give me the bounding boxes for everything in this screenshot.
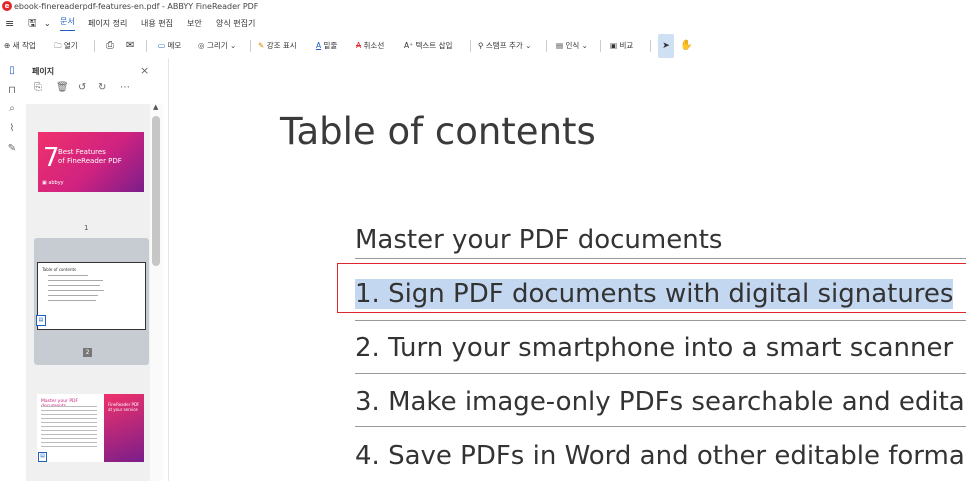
recognize-button[interactable]: ▤ 인식 ⌄ [556, 34, 588, 58]
stamp-button[interactable]: ⚲ 스탬프 추가 ⌄ [478, 34, 531, 58]
page-number: 1 [84, 224, 89, 232]
highlighter-icon: ✎ [258, 41, 265, 50]
draw-button[interactable]: ◎ 그리기 ⌄ [198, 34, 236, 58]
recognize-label: 인식 ⌄ [565, 41, 588, 50]
scroll-up-icon[interactable]: ▲ [153, 103, 158, 111]
window-title: ebook-finereaderpdf-features-en.pdf - AB… [14, 2, 259, 11]
panel-title: 페이지 [32, 67, 55, 76]
page-thumbnail-3[interactable]: Master your PDF documents ▤ FineReader P… [37, 394, 144, 462]
thumb-heading: Table of contents [42, 267, 77, 272]
compare-button[interactable]: ▣ 비교 [610, 34, 633, 58]
separator [146, 40, 147, 52]
app-logo-icon: e [2, 1, 12, 11]
insert-page-icon[interactable]: ⎘ [34, 82, 42, 93]
toc-item: Master your PDF documents [355, 225, 723, 255]
selection-highlight-box [337, 263, 966, 313]
stamp-label: 스탬프 추가 ⌄ [485, 41, 532, 50]
search-icon[interactable]: ⌕ [5, 102, 19, 116]
page-title: Table of contents [280, 110, 596, 153]
attachment-icon[interactable]: ⌇ [5, 122, 19, 136]
highlight-button[interactable]: ✎ 강조 표시 [258, 34, 297, 58]
close-icon[interactable]: × [140, 64, 149, 77]
cover-title: Best Features of FineReader PDF [58, 148, 122, 166]
open-button[interactable]: 🗀 열기 [54, 34, 78, 58]
page-number: 2 [83, 348, 92, 357]
bookmark-icon[interactable]: ⊓ [5, 84, 19, 98]
memo-button[interactable]: ▭ 메모 [158, 34, 181, 58]
divider [355, 258, 966, 259]
separator [94, 40, 95, 52]
insert-text-button[interactable]: A⁺ 텍스트 삽입 [404, 34, 452, 58]
menu-bar: ≡ 🖫 ⌄ 문서 페이지 정리 내용 편집 보안 양식 편집기 [0, 13, 966, 34]
page-type-icon: ▤ [36, 315, 46, 326]
email-icon[interactable]: ✉ [126, 34, 134, 58]
thumb-lines [41, 406, 97, 450]
page-type-icon: ▤ [38, 452, 47, 462]
left-rail: ▯ ⊓ ⌕ ⌇ ✎ [0, 58, 27, 481]
rotate-right-icon[interactable]: ↻ [98, 82, 106, 93]
recognize-icon: ▤ [556, 41, 564, 50]
insert-text-label: 텍스트 삽입 [415, 41, 453, 50]
underline-button[interactable]: A 밑줄 [316, 34, 337, 58]
cover-line-1: Best Features [58, 148, 106, 156]
more-icon[interactable]: ⋯ [120, 82, 130, 93]
hamburger-icon[interactable]: ≡ [5, 13, 14, 34]
separator [650, 40, 651, 52]
thumb-lines [48, 275, 108, 305]
thumb-right-text: FineReader PDF at your service [108, 402, 139, 412]
shapes-icon: ◎ [198, 41, 205, 50]
compare-label: 비교 [619, 41, 634, 50]
menu-tab-form-editor[interactable]: 양식 편집기 [216, 13, 255, 34]
document-view[interactable]: Table of contents Master your PDF docume… [168, 58, 966, 481]
select-tool-icon[interactable]: ➤ [658, 34, 674, 58]
strikeout-label: 취소선 [363, 41, 385, 50]
separator [546, 40, 547, 52]
thumbnail-list[interactable]: 7 Best Features of FineReader PDF ▣ abby… [26, 104, 150, 481]
print-icon[interactable]: ⎙ [106, 34, 114, 58]
toolbar: ⊕ 새 작업 🗀 열기 ⎙ ✉ ▭ 메모 ◎ 그리기 ⌄ ✎ 강조 표시 A 밑… [0, 34, 966, 58]
toc-item: 4. Save PDFs in Word and other editable … [355, 441, 965, 471]
memo-icon: ▭ [158, 41, 166, 50]
draw-label: 그리기 ⌄ [206, 41, 237, 50]
save-icon[interactable]: 🖫 [28, 13, 37, 34]
highlight-label: 강조 표시 [266, 41, 297, 50]
rotate-left-icon[interactable]: ↺ [78, 82, 86, 93]
separator [470, 40, 471, 52]
new-task-button[interactable]: ⊕ 새 작업 [4, 34, 36, 58]
scrollbar-thumb[interactable] [152, 116, 160, 266]
thumb-left-column: Master your PDF documents ▤ [37, 394, 103, 462]
strikeout-icon: A [356, 41, 362, 50]
underline-label: 밑줄 [323, 41, 338, 50]
delete-page-icon[interactable]: 🗑 [56, 82, 69, 93]
separator [250, 40, 251, 52]
separator [600, 40, 601, 52]
insert-text-icon: A⁺ [404, 41, 414, 50]
cover-line-2: of FineReader PDF [58, 157, 122, 165]
signature-icon[interactable]: ✎ [5, 142, 19, 156]
menu-tab-organize-pages[interactable]: 페이지 정리 [88, 13, 127, 34]
divider [355, 426, 966, 427]
thumb-right-column: FineReader PDF at your service [104, 394, 144, 462]
page-thumbnail-1[interactable]: 7 Best Features of FineReader PDF ▣ abby… [38, 132, 144, 192]
divider [355, 320, 966, 321]
page-icon[interactable]: ▯ [5, 64, 19, 78]
toc-item: 3. Make image-only PDFs searchable and e… [355, 387, 965, 417]
title-bar: e ebook-finereaderpdf-features-en.pdf - … [0, 0, 966, 13]
toc-item: 2. Turn your smartphone into a smart sca… [355, 333, 954, 363]
hand-tool-icon[interactable]: ✋ [680, 34, 692, 58]
stamp-icon: ⚲ [478, 41, 484, 50]
strikeout-button[interactable]: A 취소선 [356, 34, 384, 58]
save-dropdown-icon[interactable]: ⌄ [44, 13, 51, 34]
page-thumbnail-2[interactable]: Table of contents ▤ [36, 262, 146, 330]
menu-tab-edit-content[interactable]: 내용 편집 [141, 13, 173, 34]
underline-icon: A [316, 41, 322, 50]
compare-icon: ▣ [610, 41, 618, 50]
menu-tab-security[interactable]: 보안 [187, 13, 202, 34]
brand-logo: ▣ abbyy [42, 180, 64, 186]
thumb-right-line-2: at your service [108, 407, 138, 412]
menu-tab-document[interactable]: 문서 [60, 13, 75, 31]
memo-label: 메모 [167, 41, 182, 50]
divider [355, 373, 966, 374]
